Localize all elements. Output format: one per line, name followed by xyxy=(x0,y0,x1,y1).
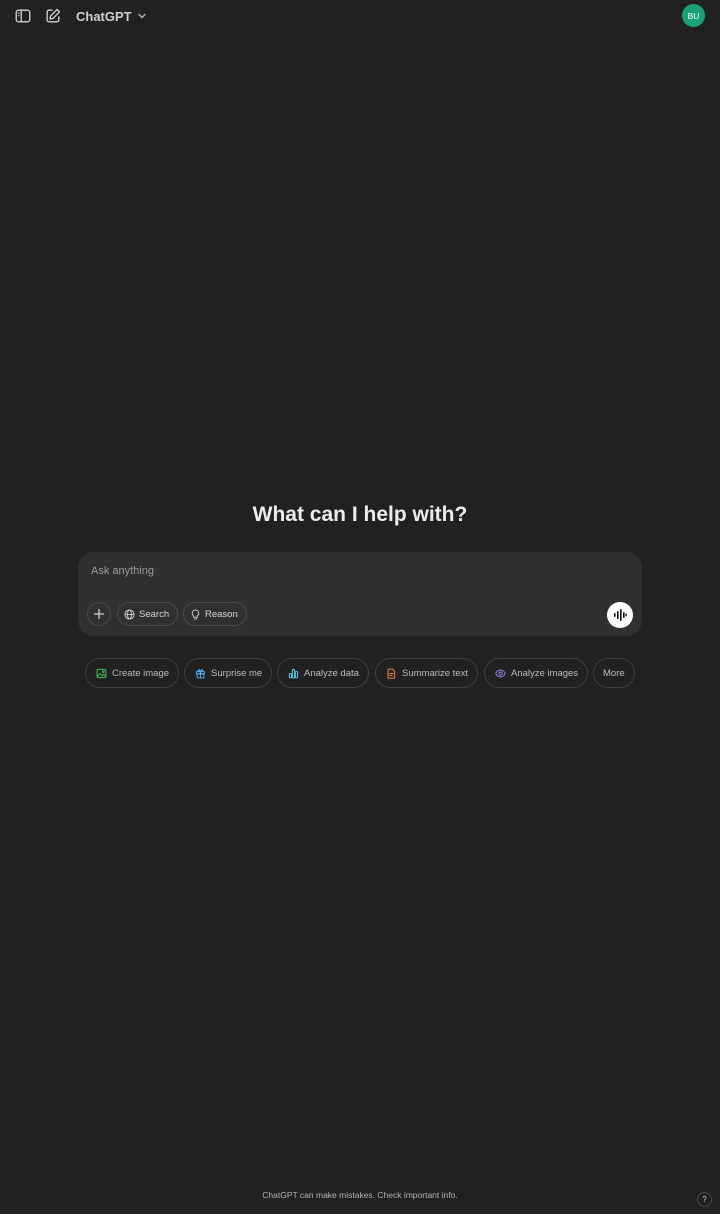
suggestion-label: Surprise me xyxy=(211,667,263,679)
lightbulb-icon xyxy=(191,609,200,619)
suggestion-analyze-data[interactable]: Analyze data xyxy=(277,658,369,688)
chat-page: ChatGPT BU What can I help with? Search xyxy=(0,0,720,1214)
suggestion-summarize-text[interactable]: Summarize text xyxy=(375,658,478,688)
suggestion-create-image[interactable]: Create image xyxy=(85,658,180,688)
sidebar-toggle-icon[interactable] xyxy=(12,5,34,27)
prompt-input[interactable] xyxy=(89,560,593,582)
eye-icon xyxy=(495,669,506,677)
new-chat-icon[interactable] xyxy=(42,5,64,27)
plus-icon xyxy=(93,608,105,620)
disclaimer: ChatGPT can make mistakes. Check importa… xyxy=(262,1190,458,1200)
suggestion-label: Analyze data xyxy=(304,667,359,679)
model-name: ChatGPT xyxy=(76,8,132,24)
suggestion-label: Summarize text xyxy=(402,667,468,679)
search-tool-label: Search xyxy=(139,608,170,620)
suggestion-label: Analyze images xyxy=(511,667,579,679)
composer: Search Reason xyxy=(78,552,642,636)
gift-icon xyxy=(195,668,206,678)
globe-icon xyxy=(124,608,135,620)
suggestion-analyze-images[interactable]: Analyze images xyxy=(484,658,589,688)
search-tool-button[interactable]: Search xyxy=(117,602,179,626)
voice-waveform-icon xyxy=(614,609,627,621)
suggestion-label: More xyxy=(603,667,625,679)
reason-tool-button[interactable]: Reason xyxy=(183,602,247,626)
model-switcher[interactable]: ChatGPT xyxy=(76,6,148,26)
bar-chart-icon xyxy=(288,668,299,678)
suggestion-more[interactable]: More xyxy=(593,658,635,688)
top-bar: ChatGPT BU xyxy=(0,0,720,32)
page-title: What can I help with? xyxy=(252,503,468,526)
reason-tool-label: Reason xyxy=(205,608,238,620)
image-icon xyxy=(96,668,107,678)
suggestion-surprise-me[interactable]: Surprise me xyxy=(184,658,273,688)
suggestion-label: Create image xyxy=(112,667,170,679)
help-button[interactable]: ? xyxy=(697,1192,712,1207)
voice-mode-button[interactable] xyxy=(607,602,633,628)
document-icon xyxy=(387,668,396,679)
attach-button[interactable] xyxy=(87,602,111,626)
avatar[interactable]: BU xyxy=(682,4,705,27)
chevron-down-icon xyxy=(137,13,146,19)
